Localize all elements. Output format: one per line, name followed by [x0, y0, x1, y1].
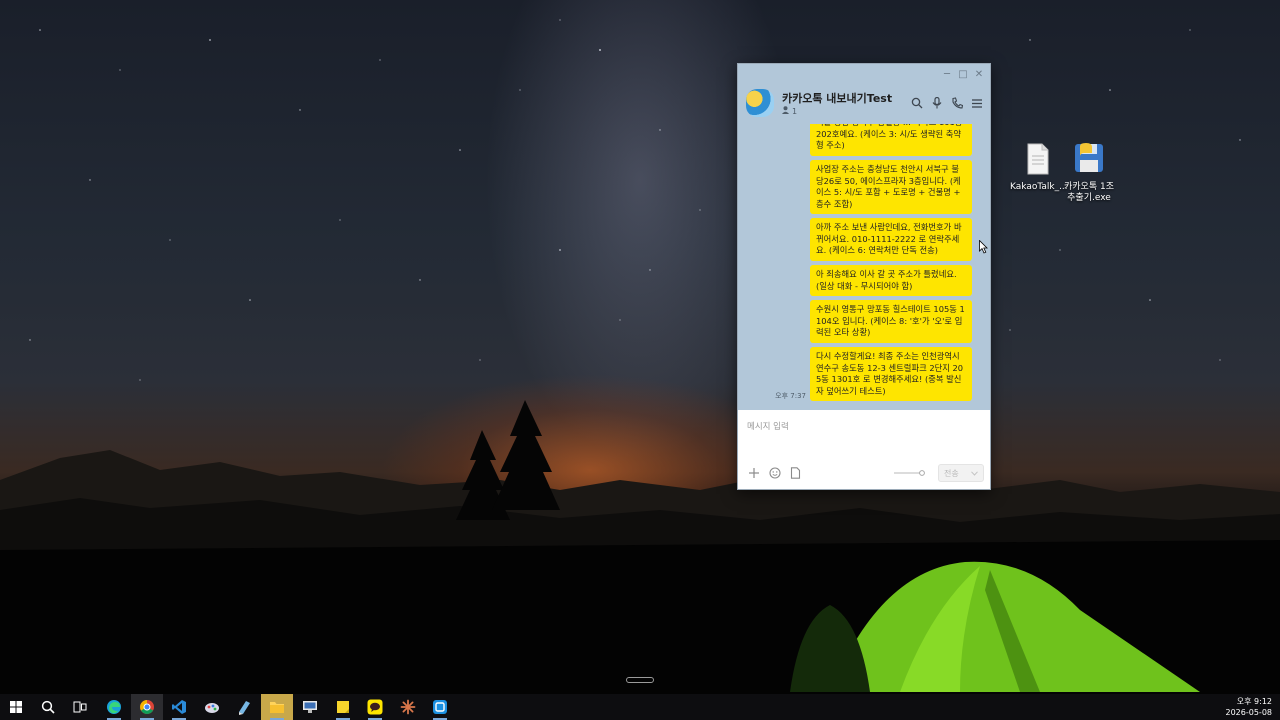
paint-icon[interactable]	[196, 694, 228, 720]
clock-time: 오후 9:12	[1236, 697, 1272, 706]
attach-file-icon[interactable]	[789, 466, 802, 479]
search-icon[interactable]	[32, 694, 64, 720]
edge-icon[interactable]	[98, 694, 130, 720]
windows-start-icon[interactable]	[0, 694, 32, 720]
message-time: 오후 7:37	[775, 392, 806, 401]
mouse-cursor-icon	[979, 240, 988, 254]
desktop-icon-label: KakaoTalk_...	[1010, 182, 1068, 192]
desktop-icon-label: 카카오톡 1조 추출기.exe	[1064, 182, 1114, 203]
mountain-landscape	[0, 400, 1280, 694]
minimize-button[interactable]: ─	[940, 67, 954, 81]
message-bubble[interactable]: 사업장 주소는 충청남도 천안시 서북구 불당26로 50, 에이스프라자 3층…	[810, 160, 972, 215]
close-button[interactable]: ✕	[972, 67, 986, 81]
message-bubble[interactable]: 아 죄송해요 이사 갈 곳 주소가 틀렸네요. (일상 대화 - 무시되어야 함…	[810, 265, 972, 297]
message-bubble[interactable]: 다시 수정할게요! 최종 주소는 인천광역시 연수구 송도동 12-3 센트럴파…	[810, 347, 972, 402]
header-actions	[910, 96, 984, 110]
message-input[interactable]	[747, 417, 977, 437]
send-button[interactable]: 전송	[938, 464, 984, 482]
maximize-button[interactable]: □	[956, 67, 970, 81]
desktop-wallpaper	[0, 0, 1280, 694]
file-explorer-icon[interactable]	[261, 694, 293, 720]
text-file-icon	[1010, 143, 1066, 179]
menu-icon[interactable]	[970, 96, 984, 110]
font-size-slider[interactable]	[894, 470, 926, 476]
chat-room-title: 카카오톡 내보내기Test	[782, 92, 893, 105]
message-list[interactable]: 서울 강남 송파구 잠실동 ... 아파트 101동 202호예요. (케이스 …	[738, 124, 990, 410]
emoticon-icon[interactable]	[768, 466, 781, 479]
person-icon	[782, 106, 789, 116]
kakaotalk-chat-window[interactable]: ─ □ ✕ 카카오톡 내보내기Test 1 202호예요. (케이스 3: 시/…	[737, 63, 991, 490]
chevron-down-icon[interactable]	[971, 469, 978, 478]
remote-desktop-icon[interactable]	[294, 694, 326, 720]
task-view-icon[interactable]	[64, 694, 96, 720]
desktop-icon-kakaotalk-file[interactable]: KakaoTalk_...	[1010, 143, 1068, 193]
kakaotalk-icon[interactable]	[359, 694, 391, 720]
python-exe-icon	[1061, 141, 1117, 179]
message-row: 아 죄송해요 이사 갈 곳 주소가 틀렸네요. (일상 대화 - 무시되어야 함…	[810, 265, 972, 297]
plus-icon[interactable]	[747, 466, 760, 479]
gesture-handle[interactable]	[626, 677, 654, 683]
sticky-notes-icon[interactable]	[327, 694, 359, 720]
message-bubble[interactable]: 수원시 영통구 망포동 힐스테이트 105동 1104오 입니다. (케이스 8…	[810, 300, 972, 343]
clock-date: 2026-05-08	[1225, 708, 1273, 717]
notepad-icon[interactable]	[228, 694, 260, 720]
message-bubble[interactable]: 서울 강남 송파구 잠실동 ... 아파트 101동 202호예요. (케이스 …	[810, 124, 972, 156]
chrome-icon[interactable]	[131, 694, 163, 720]
message-input-panel: 전송	[738, 410, 990, 489]
input-toolbar	[747, 466, 802, 479]
message-row: 수원시 영통구 망포동 힐스테이트 105동 1104오 입니다. (케이스 8…	[810, 300, 972, 343]
message-bubble[interactable]: 아까 주소 보낸 사람인데요, 전화번호가 바뀌어서요. 010-1111-22…	[810, 218, 972, 261]
claude-icon[interactable]	[392, 694, 424, 720]
window-controls: ─ □ ✕	[940, 67, 986, 81]
taskbar: 오후 9:12 2026-05-08	[0, 694, 1280, 720]
member-count-value: 1	[792, 106, 798, 116]
phone-call-icon[interactable]	[950, 96, 964, 110]
message-row: 사업장 주소는 충청남도 천안시 서북구 불당26로 50, 에이스프라자 3층…	[810, 160, 972, 215]
chat-header: 카카오톡 내보내기Test 1	[738, 82, 990, 124]
send-button-label: 전송	[944, 468, 959, 478]
search-icon[interactable]	[910, 96, 924, 110]
app-icon[interactable]	[424, 694, 456, 720]
chat-room-avatar[interactable]	[746, 89, 774, 117]
system-clock[interactable]: 오후 9:12 2026-05-08	[1226, 696, 1273, 718]
message-row: 서울 강남 송파구 잠실동 ... 아파트 101동 202호예요. (케이스 …	[810, 124, 972, 156]
member-count[interactable]: 1	[782, 106, 797, 116]
desktop-icon-extractor-exe[interactable]: 카카오톡 1조 추출기.exe	[1061, 141, 1117, 204]
message-row: 오후 7:37 다시 수정할게요! 최종 주소는 인천광역시 연수구 송도동 1…	[775, 347, 972, 402]
message-row: 아까 주소 보낸 사람인데요, 전화번호가 바뀌어서요. 010-1111-22…	[810, 218, 972, 261]
microphone-icon[interactable]	[930, 96, 944, 110]
vscode-icon[interactable]	[163, 694, 195, 720]
